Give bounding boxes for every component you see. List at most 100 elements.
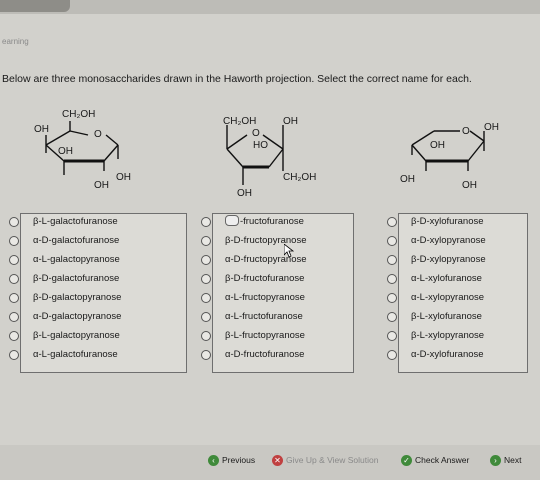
- radio-button[interactable]: [201, 331, 211, 341]
- radio-button[interactable]: [201, 312, 211, 322]
- next-button[interactable]: › Next: [490, 455, 521, 467]
- radio-button[interactable]: [9, 312, 19, 322]
- option-row[interactable]: β-L-xylofuranose: [387, 309, 527, 327]
- radio-button[interactable]: [9, 350, 19, 360]
- radio-button[interactable]: [9, 331, 19, 341]
- option-label[interactable]: α-L-galactofuranose: [33, 349, 118, 360]
- check-icon: ✓: [401, 455, 412, 467]
- radio-button[interactable]: [201, 217, 211, 227]
- previous-label[interactable]: Previous: [222, 455, 255, 465]
- radio-button[interactable]: [9, 293, 19, 303]
- next-label[interactable]: Next: [504, 455, 521, 465]
- option-row[interactable]: β-D-fructofuranose: [201, 271, 353, 289]
- option-label[interactable]: α-D-xylopyranose: [411, 235, 486, 246]
- option-row[interactable]: α-D-galactopyranose: [9, 309, 186, 327]
- option-label[interactable]: α-L-xylofuranose: [411, 273, 482, 284]
- structure-1-label: OH: [58, 146, 73, 157]
- option-row[interactable]: α-L-galactofuranose: [9, 347, 186, 365]
- option-label[interactable]: α-L-fructofuranose: [225, 311, 303, 322]
- check-answer-button[interactable]: ✓ Check Answer: [401, 455, 469, 467]
- structure-2-label: CH₂OH: [283, 172, 317, 183]
- give-up-label[interactable]: Give Up & View Solution: [286, 455, 378, 465]
- structure-1-label: OH: [116, 172, 131, 183]
- option-row[interactable]: α-L-xylopyranose: [387, 290, 527, 308]
- option-label[interactable]: β-D-fructofuranose: [225, 273, 304, 284]
- option-row[interactable]: α-D-xylofuranose: [387, 347, 527, 365]
- radio-button[interactable]: [387, 217, 397, 227]
- option-label-text[interactable]: -fructofuranose: [240, 216, 304, 227]
- option-row[interactable]: α-L-fructofuranose: [201, 309, 353, 327]
- option-row[interactable]: β-D-xylofuranose: [387, 214, 527, 232]
- option-row[interactable]: β-D-xylopyranose: [387, 252, 527, 270]
- radio-button[interactable]: [201, 255, 211, 265]
- structure-3-label: OH: [484, 122, 499, 133]
- radio-button[interactable]: [201, 236, 211, 246]
- option-row[interactable]: α-L-fructopyranose: [201, 290, 353, 308]
- radio-button[interactable]: [387, 274, 397, 284]
- option-label[interactable]: α-L-galactopyranose: [33, 254, 120, 265]
- radio-button[interactable]: [201, 293, 211, 303]
- radio-button[interactable]: [387, 350, 397, 360]
- option-label[interactable]: β-L-galactopyranose: [33, 330, 120, 341]
- option-label[interactable]: β-L-galactofuranose: [33, 216, 118, 227]
- option-label[interactable]: β-L-fructopyranose: [225, 330, 305, 341]
- give-up-button[interactable]: ✕ Give Up & View Solution: [272, 455, 378, 467]
- structure-1-label: O: [94, 129, 102, 140]
- chat-icon[interactable]: [225, 215, 239, 226]
- option-label[interactable]: β-L-xylopyranose: [411, 330, 484, 341]
- option-label[interactable]: β-D-galactofuranose: [33, 273, 119, 284]
- structure-3-label: OH: [400, 174, 415, 185]
- option-row[interactable]: β-L-xylopyranose: [387, 328, 527, 346]
- option-label[interactable]: β-D-xylofuranose: [411, 216, 484, 227]
- structure-1-drawing: [45, 121, 119, 175]
- option-label[interactable]: β-D-fructopyranose: [225, 235, 307, 246]
- option-row[interactable]: β-D-galactopyranose: [9, 290, 186, 308]
- option-label[interactable]: α-L-fructopyranose: [225, 292, 305, 303]
- radio-button[interactable]: [201, 350, 211, 360]
- option-label[interactable]: α-D-fructofuranose: [225, 349, 304, 360]
- structure-2-label: OH: [283, 116, 298, 127]
- radio-button[interactable]: [387, 255, 397, 265]
- radio-button[interactable]: [9, 217, 19, 227]
- option-row[interactable]: β-L-fructopyranose: [201, 328, 353, 346]
- option-row[interactable]: α-L-xylofuranose: [387, 271, 527, 289]
- option-label[interactable]: α-D-fructopyranose: [225, 254, 307, 265]
- radio-button[interactable]: [387, 293, 397, 303]
- structure-1-label: OH: [94, 180, 109, 191]
- option-label[interactable]: -fructofuranose: [225, 215, 304, 227]
- radio-button[interactable]: [9, 274, 19, 284]
- option-row[interactable]: β-L-galactofuranose: [9, 214, 186, 232]
- option-row[interactable]: α-D-fructopyranose: [201, 252, 353, 270]
- radio-button[interactable]: [387, 312, 397, 322]
- answer-panel-1: β-L-galactofuranose α-D-galactofuranose …: [9, 213, 187, 373]
- option-label[interactable]: α-D-xylofuranose: [411, 349, 484, 360]
- option-row[interactable]: α-D-xylopyranose: [387, 233, 527, 251]
- question-instructions: Below are three monosaccharides drawn in…: [2, 73, 472, 85]
- check-label[interactable]: Check Answer: [415, 455, 469, 465]
- structure-2-label: OH: [237, 188, 252, 199]
- top-tab[interactable]: [0, 0, 70, 12]
- radio-button[interactable]: [387, 331, 397, 341]
- option-label[interactable]: α-L-xylopyranose: [411, 292, 484, 303]
- option-row[interactable]: α-L-galactopyranose: [9, 252, 186, 270]
- option-label[interactable]: α-D-galactofuranose: [33, 235, 119, 246]
- option-row[interactable]: β-D-fructopyranose: [201, 233, 353, 251]
- option-label[interactable]: β-L-xylofuranose: [411, 311, 482, 322]
- radio-button[interactable]: [201, 274, 211, 284]
- give-up-icon: ✕: [272, 455, 283, 467]
- option-label[interactable]: β-D-galactopyranose: [33, 292, 121, 303]
- option-row[interactable]: α-D-fructofuranose: [201, 347, 353, 365]
- previous-button[interactable]: ‹ Previous: [208, 455, 255, 467]
- option-label[interactable]: α-D-galactopyranose: [33, 311, 121, 322]
- option-row[interactable]: α-D-galactofuranose: [9, 233, 186, 251]
- previous-icon: ‹: [208, 455, 219, 467]
- radio-button[interactable]: [9, 236, 19, 246]
- option-row[interactable]: -fructofuranose: [201, 214, 353, 232]
- structure-3: O OH OH OH OH: [392, 105, 512, 205]
- radio-button[interactable]: [387, 236, 397, 246]
- option-row[interactable]: β-D-galactofuranose: [9, 271, 186, 289]
- option-row[interactable]: β-L-galactopyranose: [9, 328, 186, 346]
- structure-2: CH₂OH OH O HO CH₂OH OH: [215, 105, 325, 205]
- option-label[interactable]: β-D-xylopyranose: [411, 254, 486, 265]
- radio-button[interactable]: [9, 255, 19, 265]
